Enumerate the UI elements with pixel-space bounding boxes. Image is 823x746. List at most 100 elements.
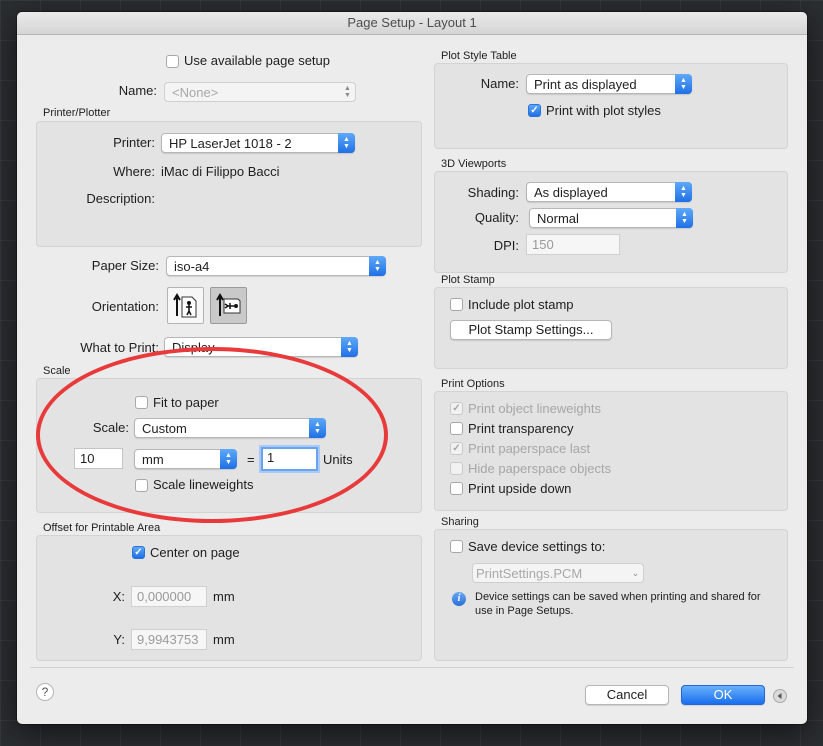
scale-units-label: Units (323, 452, 353, 467)
offset-x-input[interactable]: 0,000000 (131, 586, 207, 607)
offset-y-unit: mm (213, 632, 235, 647)
disclosure-arrow-icon (777, 693, 782, 699)
chevron-updown-icon: ▲ ▼ (338, 133, 355, 153)
plot-style-value: Print as displayed (534, 77, 637, 92)
chevron-down-icon: ⌄ (631, 567, 640, 578)
printer-where-label: Where: (113, 164, 155, 179)
page-setup-name-value: <None> (172, 85, 219, 100)
dpi-input[interactable]: 150 (526, 234, 620, 255)
offset-y-input[interactable]: 9,9943753 (131, 629, 207, 650)
print-transparency-label: Print transparency (468, 421, 574, 436)
shading-label: Shading: (467, 185, 519, 200)
print-options-section-title: Print Options (441, 378, 505, 390)
printer-value: HP LaserJet 1018 - 2 (169, 136, 292, 151)
sharing-info-text: Device settings can be saved when printi… (475, 591, 761, 617)
plot-style-select[interactable]: Print as displayed ▲ ▼ (526, 74, 692, 94)
printer-section-title: Printer/Plotter (43, 107, 111, 119)
chevron-updown-icon: ▲ ▼ (676, 208, 693, 228)
paper-size-select[interactable]: iso-a4 ▲ ▼ (166, 256, 386, 276)
page-setup-name-select[interactable]: <None> ▲ ▼ (164, 82, 356, 102)
scale-paper-units-input[interactable]: 10 (74, 448, 123, 469)
offset-y-label: Y: (113, 632, 125, 647)
printer-select[interactable]: HP LaserJet 1018 - 2 ▲ ▼ (161, 133, 355, 153)
scale-equals: = (247, 452, 255, 467)
dpi-label: DPI: (493, 238, 519, 253)
paper-size-value: iso-a4 (174, 259, 210, 274)
print-paperspace-last-label: Print paperspace last (468, 441, 591, 456)
footer-separator (30, 667, 794, 668)
page-setup-dialog: Page Setup - Layout 1 Use available page… (17, 12, 807, 724)
include-plot-stamp-label: Include plot stamp (468, 297, 574, 312)
chevron-updown-icon: ▲ ▼ (675, 182, 692, 202)
plot-style-section-title: Plot Style Table (441, 50, 517, 62)
what-to-print-value: Display (172, 340, 215, 355)
plot-stamp-section-title: Plot Stamp (441, 274, 495, 286)
print-object-lineweights-label: Print object lineweights (468, 401, 601, 416)
sharing-section-title: Sharing (441, 516, 479, 528)
chevron-updown-icon: ▲ ▼ (369, 256, 386, 276)
disclosure-button[interactable] (773, 689, 787, 703)
hide-paperspace-objects-label: Hide paperspace objects (468, 461, 612, 476)
fit-to-paper-checkbox[interactable] (135, 396, 148, 409)
print-with-plot-styles-label: Print with plot styles (546, 103, 661, 118)
orientation-label: Orientation: (91, 299, 159, 314)
scale-drawing-units-input[interactable]: 1 (261, 447, 318, 471)
printer-where-value: iMac di Filippo Bacci (161, 164, 280, 179)
what-to-print-label: What to Print: (80, 340, 159, 355)
print-paperspace-last-checkbox[interactable]: ✓ (450, 442, 463, 455)
scale-lineweights-checkbox[interactable] (135, 479, 148, 492)
chevron-updown-icon: ▲ ▼ (309, 418, 326, 438)
print-object-lineweights-checkbox[interactable]: ✓ (450, 402, 463, 415)
plot-style-name-label: Name: (480, 76, 519, 91)
ok-button[interactable]: OK (681, 685, 765, 705)
offset-section-title: Offset for Printable Area (43, 522, 161, 534)
center-on-page-label: Center on page (150, 545, 240, 560)
hide-paperspace-objects-checkbox[interactable] (450, 462, 463, 475)
help-button[interactable]: ? (36, 683, 54, 701)
save-device-settings-checkbox[interactable] (450, 540, 463, 553)
chevron-updown-icon: ▲ ▼ (675, 74, 692, 94)
portrait-orientation-icon (173, 293, 197, 318)
scale-section-title: Scale (43, 365, 71, 377)
offset-x-label: X: (112, 589, 125, 604)
device-settings-file-value: PrintSettings.PCM (476, 566, 583, 581)
save-device-settings-label: Save device settings to: (468, 539, 606, 554)
scale-unit-select[interactable]: mm ▲ ▼ (134, 449, 237, 469)
quality-select[interactable]: Normal ▲ ▼ (529, 208, 693, 228)
quality-value: Normal (537, 211, 579, 226)
print-with-plot-styles-checkbox[interactable]: ✓ (528, 104, 541, 117)
what-to-print-select[interactable]: Display ▲ ▼ (164, 337, 358, 357)
chevron-updown-icon: ▲ ▼ (341, 337, 358, 357)
print-upside-down-label: Print upside down (468, 481, 572, 496)
shading-value: As displayed (534, 185, 608, 200)
landscape-orientation-icon (216, 293, 241, 316)
paper-size-label: Paper Size: (91, 258, 159, 273)
device-settings-file-select[interactable]: PrintSettings.PCM ⌄ (472, 563, 644, 583)
scale-lineweights-label: Scale lineweights (153, 477, 254, 492)
scale-group (36, 378, 422, 513)
viewports-section-title: 3D Viewports (441, 158, 507, 170)
printer-label: Printer: (113, 135, 155, 150)
print-upside-down-checkbox[interactable] (450, 482, 463, 495)
chevron-updown-icon: ▲ ▼ (220, 449, 237, 469)
scale-select[interactable]: Custom ▲ ▼ (134, 418, 326, 438)
portrait-orientation-button[interactable] (167, 287, 204, 324)
use-available-page-setup-label: Use available page setup (184, 53, 330, 68)
center-on-page-checkbox[interactable]: ✓ (132, 546, 145, 559)
quality-label: Quality: (474, 210, 519, 225)
offset-x-unit: mm (213, 589, 235, 604)
print-transparency-checkbox[interactable] (450, 422, 463, 435)
window-title: Page Setup - Layout 1 (17, 12, 807, 35)
plot-stamp-settings-button[interactable]: Plot Stamp Settings... (450, 320, 612, 340)
cancel-button[interactable]: Cancel (585, 685, 669, 705)
include-plot-stamp-checkbox[interactable] (450, 298, 463, 311)
landscape-orientation-button[interactable] (210, 287, 247, 324)
shading-select[interactable]: As displayed ▲ ▼ (526, 182, 692, 202)
printer-description-label: Description: (86, 191, 155, 206)
scale-unit-value: mm (142, 452, 164, 467)
fit-to-paper-label: Fit to paper (153, 395, 219, 410)
use-available-page-setup-checkbox[interactable] (166, 55, 179, 68)
chevron-updown-icon: ▲ ▼ (344, 85, 351, 99)
scale-value: Custom (142, 421, 187, 436)
page-setup-name-label: Name: (118, 83, 157, 98)
